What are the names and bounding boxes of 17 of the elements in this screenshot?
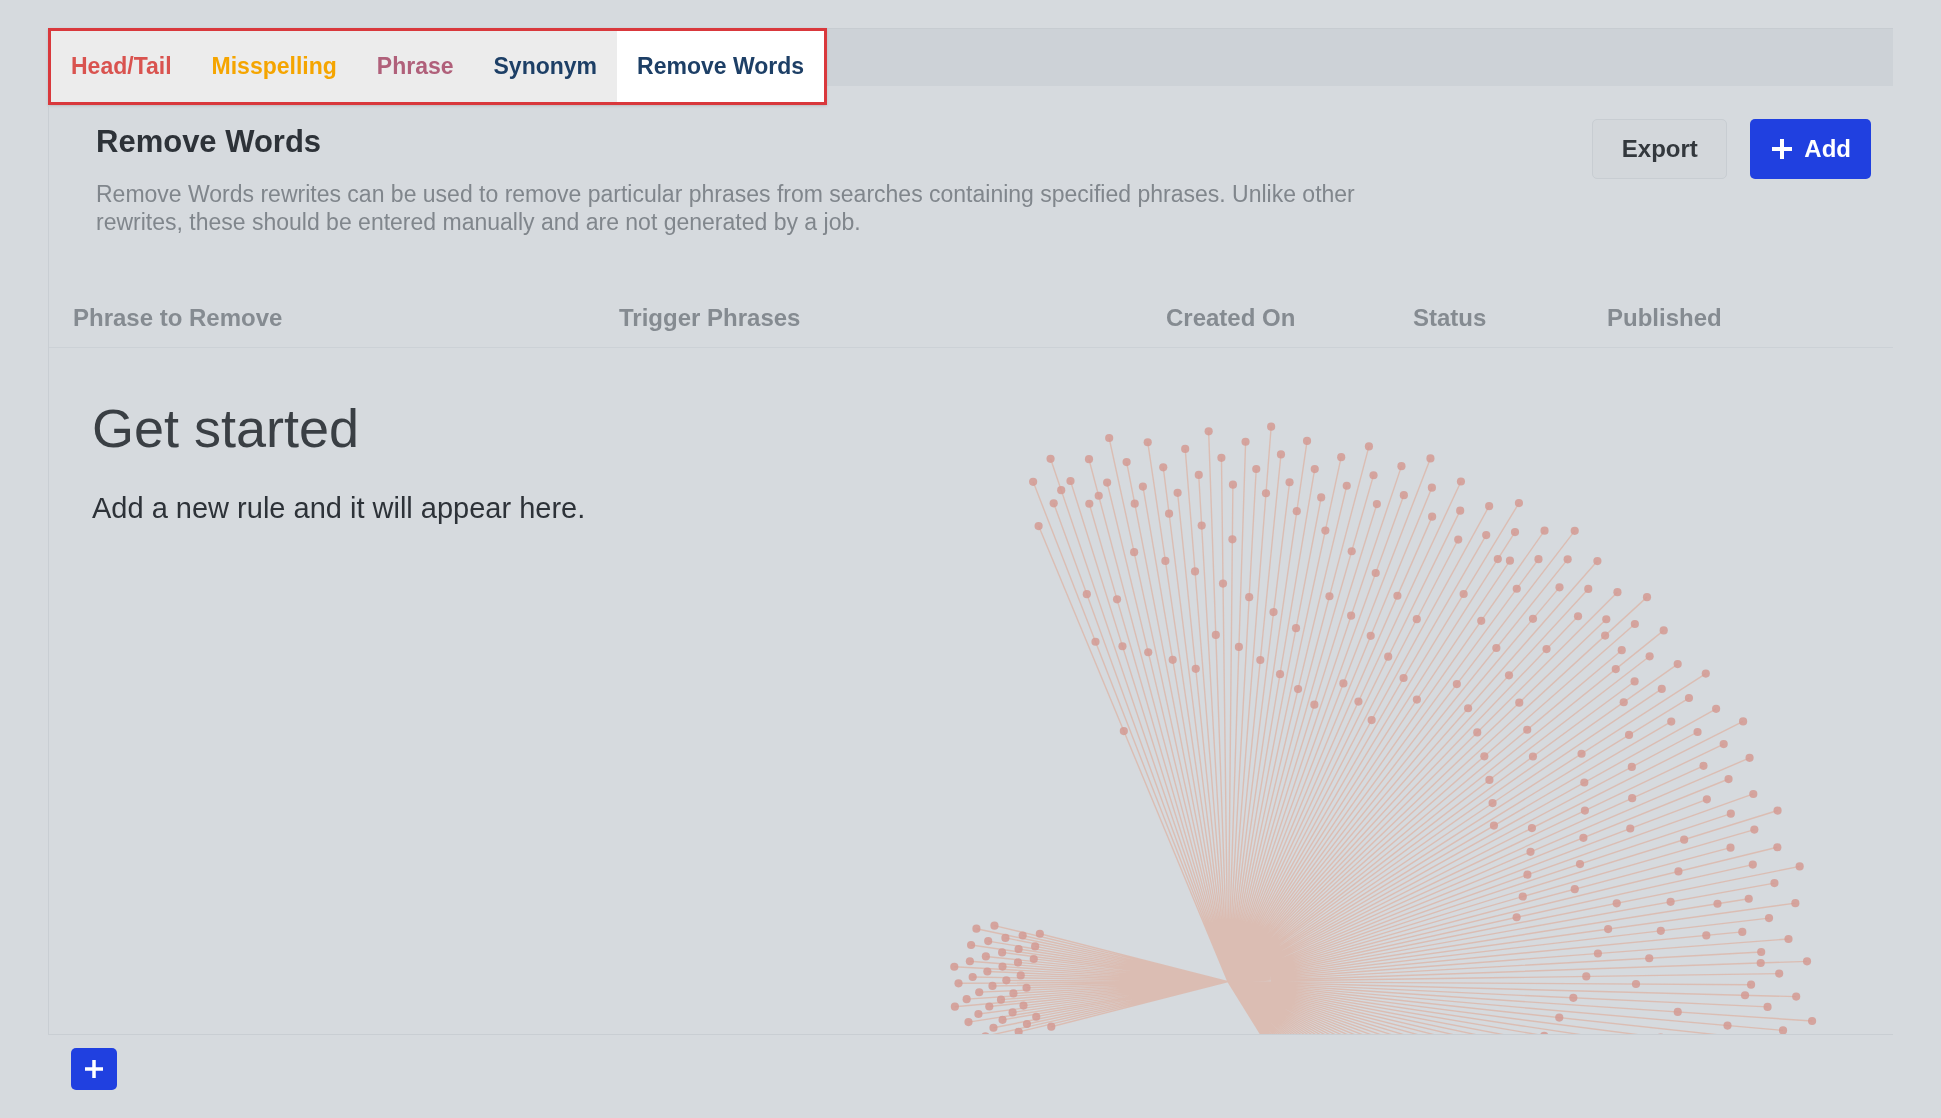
export-button[interactable]: Export (1592, 119, 1728, 179)
plus-icon (1770, 137, 1795, 161)
page-description: Remove Words rewrites can be used to remove particular phrases from searches containing specified phrases. Unlike other rewrites, these should be entered manually and are not generated by a job. (96, 179, 1356, 236)
tab[interactable]: Phrase (356, 31, 474, 102)
column-header: Status (1413, 304, 1487, 331)
column-header: Created On (1166, 304, 1296, 331)
column-header: Published (1607, 304, 1722, 331)
empty-state-message: Add a new rule and it will appear here. (92, 490, 587, 526)
page-title: Remove Words (96, 123, 323, 161)
add-button[interactable]: Add (1750, 119, 1871, 179)
empty-state-title: Get started (92, 396, 361, 460)
tab[interactable]: Remove Words (617, 31, 825, 102)
plus-icon (84, 1059, 104, 1079)
column-header: Phrase to Remove (73, 304, 283, 331)
tab[interactable]: Synonym (473, 31, 618, 102)
column-header: Trigger Phrases (619, 304, 801, 331)
add-floating-button[interactable] (71, 1048, 117, 1090)
